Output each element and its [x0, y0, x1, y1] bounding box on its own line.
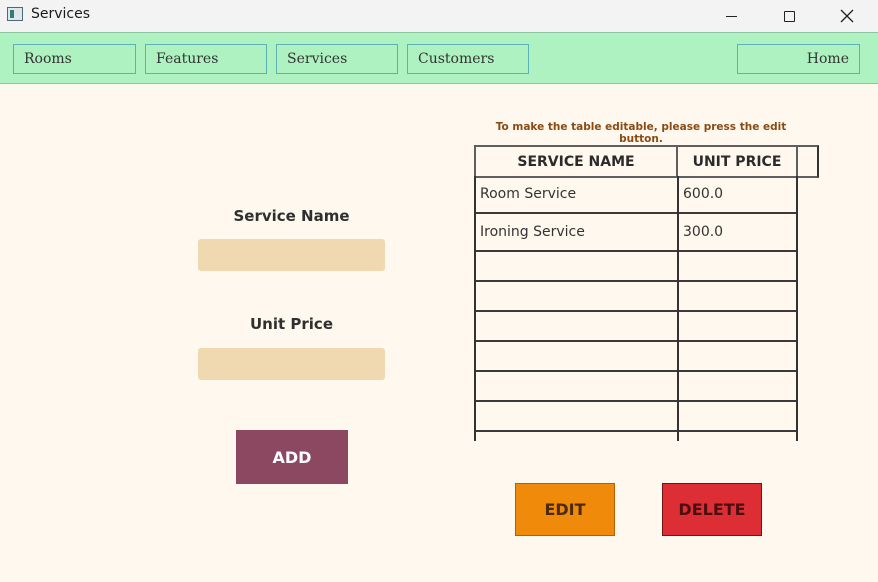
app-window-icon — [7, 7, 23, 21]
nav-services-button[interactable]: Services — [276, 44, 398, 74]
nav-customers-button[interactable]: Customers — [407, 44, 529, 74]
close-icon — [840, 9, 854, 23]
table-cell-unit-price[interactable] — [679, 252, 797, 280]
table-row[interactable] — [476, 342, 796, 372]
table-cell-unit-price[interactable]: 600.0 — [679, 176, 797, 212]
table-cell-unit-price[interactable] — [679, 312, 797, 340]
table-cell-unit-price[interactable] — [679, 282, 797, 310]
table-cell-unit-price[interactable] — [679, 432, 797, 441]
table-cell-service-name[interactable] — [476, 252, 676, 280]
table-header: SERVICE NAME UNIT PRICE — [474, 145, 819, 178]
service-name-label: Service Name — [233, 207, 350, 225]
minimize-button[interactable] — [702, 0, 760, 32]
unit-price-label: Unit Price — [250, 315, 333, 333]
minimize-icon — [725, 15, 737, 17]
table-row[interactable]: Room Service 600.0 — [476, 176, 796, 214]
table-row[interactable] — [476, 402, 796, 432]
table-cell-service-name[interactable] — [476, 432, 676, 441]
table-row[interactable] — [476, 282, 796, 312]
nav-rooms-button[interactable]: Rooms — [13, 44, 136, 74]
maximize-button[interactable] — [760, 0, 818, 32]
table-cell-unit-price[interactable] — [679, 402, 797, 430]
table-cell-unit-price[interactable] — [679, 372, 797, 400]
close-button[interactable] — [818, 0, 876, 32]
table-row[interactable] — [476, 372, 796, 402]
nav-features-button[interactable]: Features — [145, 44, 267, 74]
table-edit-note: To make the table editable, please press… — [495, 121, 787, 145]
unit-price-input[interactable] — [198, 348, 385, 380]
delete-button[interactable]: DELETE — [662, 483, 762, 536]
services-table: SERVICE NAME UNIT PRICE Room Service 600… — [474, 145, 819, 441]
column-header-service-name[interactable]: SERVICE NAME — [474, 145, 678, 178]
title-bar: Services — [0, 0, 878, 32]
edit-button[interactable]: EDIT — [515, 483, 615, 536]
table-cell-service-name[interactable] — [476, 372, 676, 400]
table-cell-service-name[interactable] — [476, 342, 676, 370]
table-row[interactable]: Ironing Service 300.0 — [476, 214, 796, 252]
maximize-icon — [783, 10, 795, 22]
table-row[interactable] — [476, 312, 796, 342]
service-name-input[interactable] — [198, 239, 385, 271]
table-row[interactable] — [476, 252, 796, 282]
table-cell-service-name[interactable] — [476, 402, 676, 430]
table-cell-service-name[interactable] — [476, 312, 676, 340]
column-divider — [677, 176, 679, 441]
window-title: Services — [31, 6, 91, 22]
table-cell-service-name[interactable] — [476, 282, 676, 310]
column-header-unit-price[interactable]: UNIT PRICE — [676, 145, 798, 178]
table-cell-unit-price[interactable]: 300.0 — [679, 214, 797, 250]
table-body: Room Service 600.0 Ironing Service 300.0 — [474, 176, 798, 441]
add-button[interactable]: ADD — [236, 430, 348, 484]
column-header-filler — [796, 145, 819, 178]
nav-home-button[interactable]: Home — [737, 44, 860, 74]
table-cell-unit-price[interactable] — [679, 342, 797, 370]
table-row[interactable] — [476, 432, 796, 441]
menu-bar: Rooms Features Services Customers Home — [0, 32, 878, 84]
table-cell-service-name[interactable]: Ironing Service — [476, 214, 676, 250]
table-cell-service-name[interactable]: Room Service — [476, 176, 676, 212]
